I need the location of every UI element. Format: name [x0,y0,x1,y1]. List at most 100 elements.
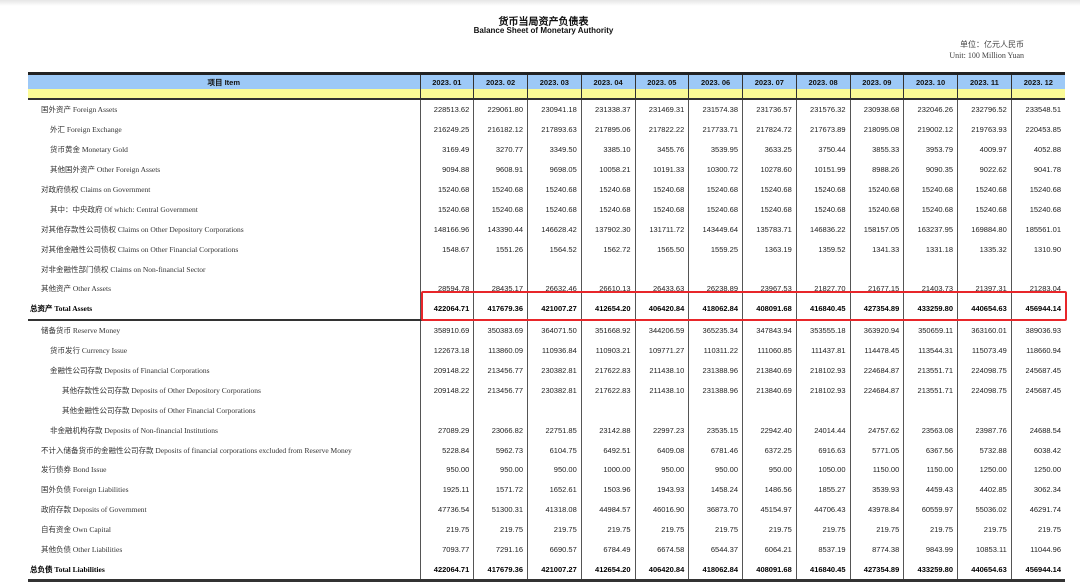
row-label: 对其他存款性公司债权 Claims on Other Depository Co… [41,224,244,234]
table-row: 对政府债权 Claims on Government 15240.68 15240.… [28,179,1065,200]
value-cell: 1551.26 [473,239,528,260]
value-cell: 45154.97 [742,499,797,520]
table-row: 发行债券 Bond Issue 950.00 950.00 950.00 1000.00… [28,460,1065,480]
value-cell [419,400,474,421]
value-cell: 113860.09 [473,340,528,361]
header-month: 2023. 07 [742,72,797,89]
value-cell: 218102.93 [795,380,850,401]
value-cell: 5732.88 [957,440,1012,461]
value-cell: 21403.73 [903,279,958,299]
value-cell: 15240.68 [527,199,582,220]
spacer-cell [795,89,850,100]
value-cell: 213840.69 [742,380,797,401]
value-cell: 24014.44 [795,420,850,441]
value-cell: 228513.62 [419,99,474,120]
value-cell: 421007.27 [527,559,582,582]
value-cell: 365235.34 [688,319,743,341]
value-cell: 169884.80 [957,219,1012,240]
table-row: 国外负债 Foreign Liabilities 1925.11 1571.72 16… [28,479,1065,500]
value-cell: 15240.68 [634,179,689,200]
value-cell: 4052.88 [1010,139,1065,160]
value-cell: 10853.11 [957,539,1012,560]
value-cell: 219.75 [527,519,582,540]
value-cell: 23535.15 [688,420,743,441]
table-row: 外汇 Foreign Exchange 216249.25 216182.12 217… [28,119,1065,140]
value-cell: 8774.38 [849,539,904,560]
table-row: 其他负债 Other Liabilities 7093.77 7291.16 6690… [28,539,1065,560]
value-cell: 60559.97 [903,499,958,520]
value-cell: 10300.72 [688,159,743,180]
value-cell: 21827.70 [795,279,850,299]
value-cell: 15240.68 [795,179,850,200]
value-cell [795,259,850,280]
value-cell: 1359.52 [795,239,850,260]
row-label: 其他国外资产 Other Foreign Assets [50,165,161,175]
value-cell: 3270.77 [473,139,528,160]
header-month: 2023. 01 [419,72,474,89]
value-cell: 9090.35 [903,159,958,180]
value-cell: 363920.94 [849,319,904,341]
table-row: 储备货币 Reserve Money 358910.69 350383.69 3640… [28,319,1065,341]
value-cell [527,400,582,421]
value-cell: 231388.96 [688,380,743,401]
value-cell: 350383.69 [473,319,528,341]
value-cell: 217733.71 [688,119,743,140]
value-cell: 217822.22 [634,119,689,140]
spacer-cell [957,89,1012,100]
value-cell: 110311.22 [688,340,743,361]
value-cell: 15240.68 [473,179,528,200]
value-cell: 6916.63 [795,440,850,461]
table-row: 其他金融性公司存款 Deposits of Other Financial Co… [28,400,1065,421]
header-month: 2023. 04 [580,72,635,89]
value-cell: 950.00 [419,460,474,480]
row-label: 自有资金 Own Capital [41,525,111,535]
row-label: 其他负债 Other Liabilities [41,545,123,555]
value-cell: 137902.30 [580,219,635,240]
value-cell: 1565.50 [634,239,689,260]
value-cell: 28594.78 [419,279,474,299]
value-cell: 1503.96 [580,479,635,500]
value-cell: 209148.22 [419,380,474,401]
value-cell [849,259,904,280]
value-cell: 217622.83 [580,380,635,401]
value-cell: 44706.43 [795,499,850,520]
value-cell: 23563.08 [903,420,958,441]
table-row: 货币黄金 Monetary Gold 3169.49 3270.77 3349.50 3… [28,139,1065,160]
spacer-cell [849,89,904,100]
row-label: 政府存款 Deposits of Government [41,505,147,515]
value-cell: 9022.62 [957,159,1012,180]
value-cell: 6690.57 [527,539,582,560]
value-cell: 1000.00 [580,460,635,480]
value-cell [580,400,635,421]
value-cell: 46291.74 [1010,499,1065,520]
value-cell: 15240.68 [1010,199,1065,220]
value-cell: 21283.04 [1010,279,1065,299]
value-cell: 15240.68 [957,179,1012,200]
value-cell: 6367.56 [903,440,958,461]
value-cell: 456944.14 [1010,559,1065,582]
value-cell: 3539.95 [688,139,743,160]
value-cell: 1363.19 [742,239,797,260]
value-cell [957,400,1012,421]
value-cell [419,259,474,280]
value-cell: 15240.68 [419,179,474,200]
value-cell: 4009.97 [957,139,1012,160]
value-cell: 219.75 [1010,519,1065,540]
value-cell: 26610.13 [580,279,635,299]
value-cell: 43978.84 [849,499,904,520]
value-cell [1010,400,1065,421]
value-cell: 213840.69 [742,360,797,381]
value-cell: 51300.31 [473,499,528,520]
value-cell: 4402.85 [957,479,1012,500]
value-cell: 36873.70 [688,499,743,520]
value-cell: 1855.27 [795,479,850,500]
spacer-cell [634,89,689,100]
value-cell: 143390.44 [473,219,528,240]
value-cell: 146628.42 [527,219,582,240]
balance-sheet-table: 项目 Item 2023. 01 2023. 02 2023. 03 2023. 04… [28,72,1065,582]
value-cell: 148166.96 [419,219,474,240]
value-cell: 219.75 [580,519,635,540]
value-cell: 363160.01 [957,319,1012,341]
header-row: 项目 Item 2023. 01 2023. 02 2023. 03 2023. 04… [28,72,1065,89]
value-cell [634,259,689,280]
